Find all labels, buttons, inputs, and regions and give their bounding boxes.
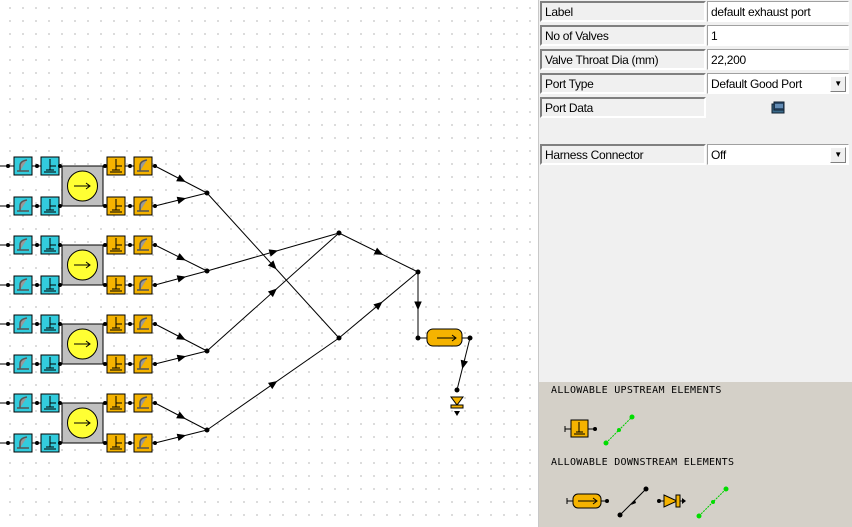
notebook-icon	[771, 101, 785, 114]
port-type-value: Default Good Port	[711, 77, 802, 91]
allowable-elements: ALLOWABLE UPSTREAM ELEMENTS ALLOWABLE DO…	[539, 382, 852, 527]
prop-label: Harness Connector	[540, 144, 706, 165]
pipe-connections	[154, 165, 471, 444]
prop-label: No of Valves	[540, 25, 706, 46]
chevron-down-icon[interactable]: ▼	[830, 76, 846, 92]
exhaust-valve-icon[interactable]	[106, 433, 126, 453]
port-type-select[interactable]: Default Good Port ▼	[707, 73, 849, 94]
port-data-button[interactable]	[707, 97, 849, 119]
prop-row-valves: No of Valves 1	[539, 24, 852, 48]
exhaust-runner-icon[interactable]	[133, 354, 153, 374]
downstream-title: ALLOWABLE DOWNSTREAM ELEMENTS	[551, 457, 735, 468]
exhaust-end-icon[interactable]	[450, 396, 464, 416]
exhaust-runner-icon[interactable]	[133, 196, 153, 216]
plenum-icon[interactable]	[566, 493, 609, 509]
intake-runner-icon[interactable]	[13, 314, 33, 334]
harness-value: Off	[711, 148, 726, 162]
exhaust-valve-icon[interactable]	[106, 156, 126, 176]
exhaust-valve-icon[interactable]	[106, 314, 126, 334]
intake-valve-icon[interactable]	[40, 354, 60, 374]
junction-node[interactable]	[204, 190, 210, 196]
exhaust-runner-icon[interactable]	[133, 314, 153, 334]
green-connector-icon[interactable]	[696, 486, 729, 519]
intake-runner-icon[interactable]	[13, 433, 33, 453]
exhaust-runner-icon[interactable]	[133, 275, 153, 295]
exhaust-end-icon[interactable]	[657, 494, 686, 508]
intake-valve-icon[interactable]	[40, 433, 60, 453]
chevron-down-icon[interactable]: ▼	[830, 147, 846, 163]
intake-valve-icon[interactable]	[40, 156, 60, 176]
junction-node[interactable]	[415, 335, 421, 341]
prop-row-throat: Valve Throat Dia (mm) 22,200	[539, 48, 852, 72]
junction-node[interactable]	[336, 230, 342, 236]
green-connector-icon[interactable]	[603, 414, 635, 446]
intake-runner-icon[interactable]	[13, 235, 33, 255]
exhaust-valve-icon[interactable]	[106, 235, 126, 255]
exhaust-runner-icon[interactable]	[133, 393, 153, 413]
model-canvas[interactable]	[0, 0, 538, 527]
junction-node[interactable]	[467, 335, 473, 341]
intake-runner-icon[interactable]	[13, 275, 33, 295]
exhaust-valve-icon[interactable]	[106, 196, 126, 216]
prop-row-harness: Harness Connector Off ▼	[539, 143, 852, 167]
intake-runner-icon[interactable]	[13, 354, 33, 374]
prop-label: Port Type	[540, 73, 706, 94]
junction-node[interactable]	[204, 348, 210, 354]
pipe-icon[interactable]	[617, 486, 649, 518]
cylinder-group-3[interactable]	[0, 314, 157, 374]
cylinder-group-4[interactable]	[0, 393, 157, 453]
plenum-icon[interactable]	[426, 328, 463, 347]
junction-node[interactable]	[204, 427, 210, 433]
exhaust-port-icon[interactable]	[564, 419, 597, 438]
downstream-elements	[566, 486, 729, 519]
exhaust-valve-icon[interactable]	[106, 275, 126, 295]
upstream-title: ALLOWABLE UPSTREAM ELEMENTS	[551, 385, 722, 396]
prop-label: Valve Throat Dia (mm)	[540, 49, 706, 70]
cylinder-group-2[interactable]	[0, 235, 157, 295]
throat-dia-input[interactable]: 22,200	[707, 49, 849, 70]
prop-row-port-data: Port Data	[539, 96, 852, 120]
junction-node[interactable]	[204, 268, 210, 274]
prop-row-label: Label default exhaust port	[539, 0, 852, 24]
intake-valve-icon[interactable]	[40, 314, 60, 334]
cylinder-group-1[interactable]	[0, 156, 157, 216]
intake-valve-icon[interactable]	[40, 235, 60, 255]
prop-label: Port Data	[540, 97, 706, 118]
properties-panel: Label default exhaust port No of Valves …	[538, 0, 852, 527]
upstream-elements	[564, 414, 635, 446]
exhaust-runner-icon[interactable]	[133, 156, 153, 176]
prop-row-port-type: Port Type Default Good Port ▼	[539, 72, 852, 96]
intake-runner-icon[interactable]	[13, 156, 33, 176]
junction-node[interactable]	[415, 269, 421, 275]
exhaust-runner-icon[interactable]	[133, 235, 153, 255]
junction-node[interactable]	[336, 335, 342, 341]
exhaust-runner-icon[interactable]	[133, 433, 153, 453]
junction-node[interactable]	[454, 387, 460, 393]
intake-runner-icon[interactable]	[13, 196, 33, 216]
exhaust-valve-icon[interactable]	[106, 393, 126, 413]
intake-valve-icon[interactable]	[40, 393, 60, 413]
intake-valve-icon[interactable]	[40, 196, 60, 216]
harness-select[interactable]: Off ▼	[707, 144, 849, 165]
intake-valve-icon[interactable]	[40, 275, 60, 295]
prop-label: Label	[540, 1, 706, 22]
intake-runner-icon[interactable]	[13, 393, 33, 413]
label-input[interactable]: default exhaust port	[707, 1, 849, 22]
valves-input[interactable]: 1	[707, 25, 849, 46]
exhaust-valve-icon[interactable]	[106, 354, 126, 374]
